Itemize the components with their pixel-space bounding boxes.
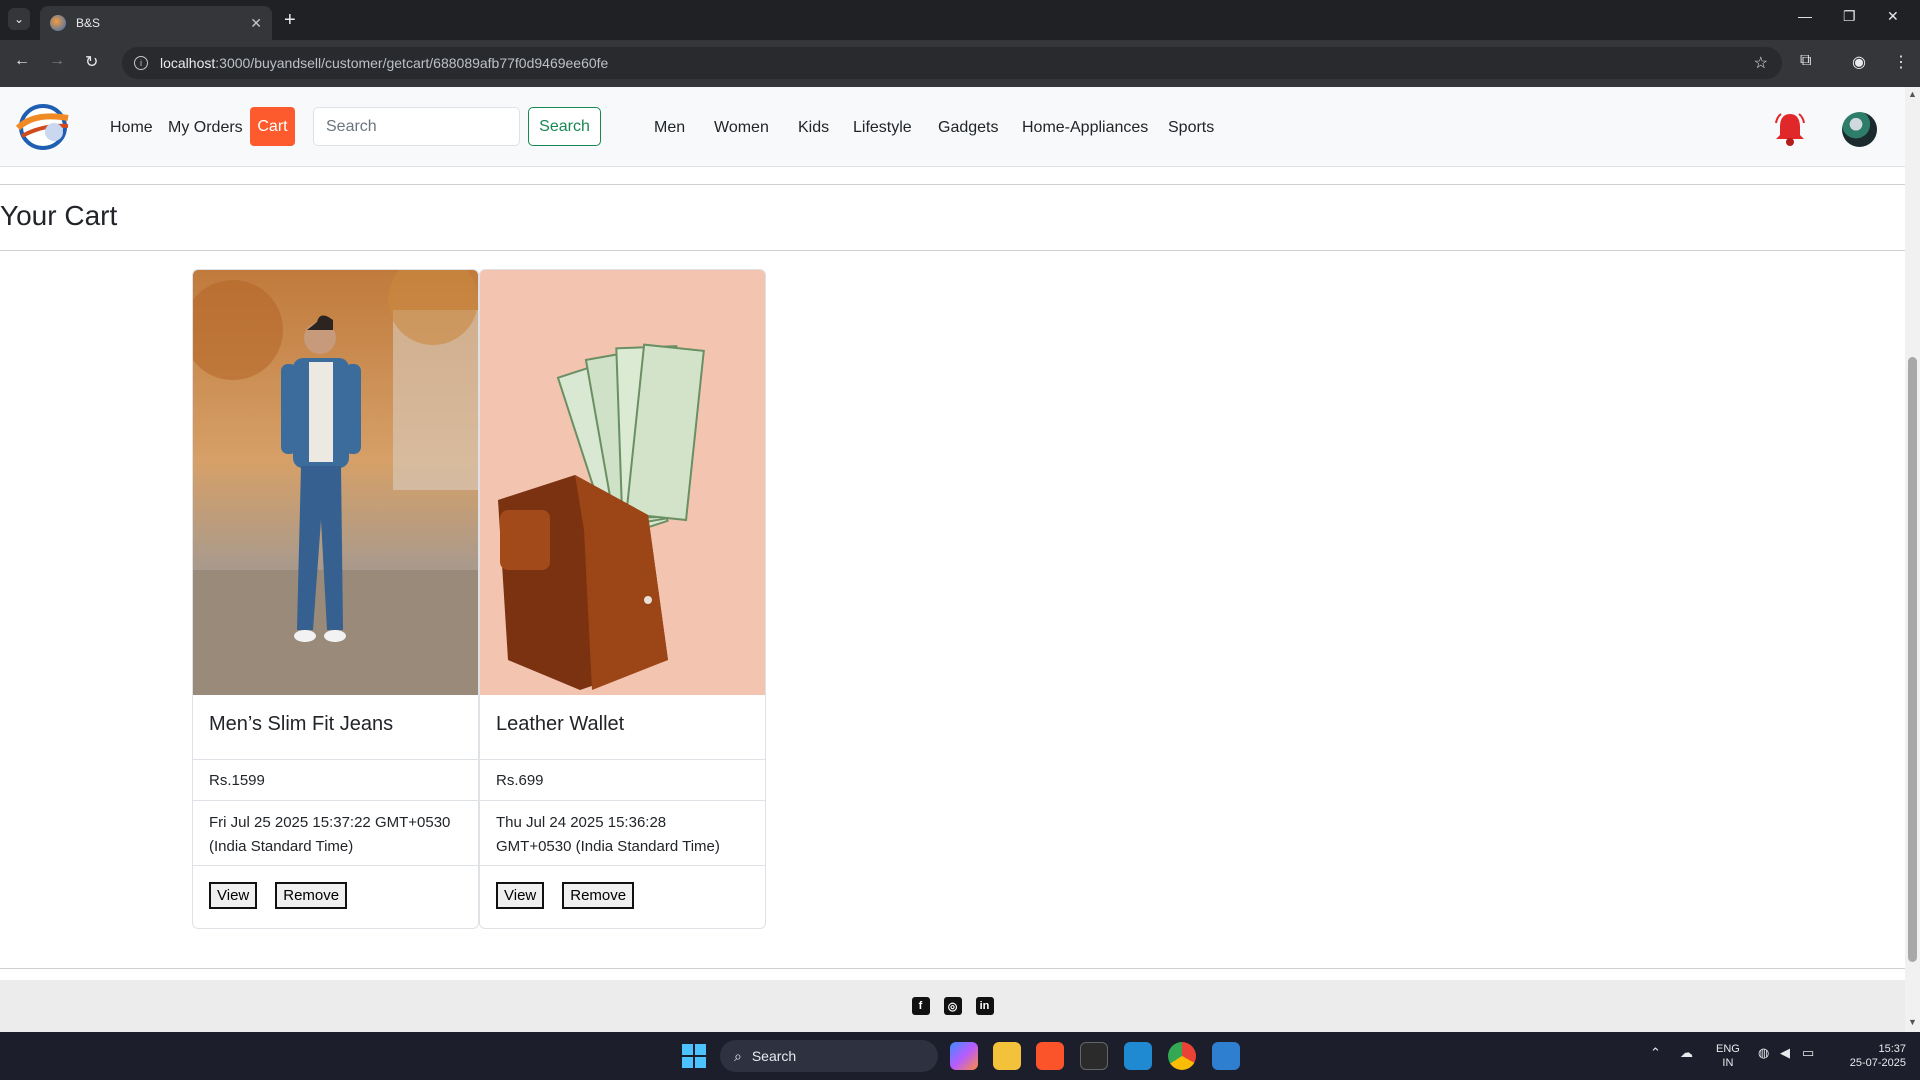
url-host: localhost bbox=[160, 55, 216, 71]
site-footer: f ◎ in bbox=[0, 980, 1905, 1032]
browser-tab[interactable]: B&S ✕ bbox=[40, 6, 272, 40]
clock-date: 25-07-2025 bbox=[1849, 1057, 1906, 1069]
reload-icon[interactable]: ↻ bbox=[85, 52, 98, 72]
notification-bell-icon[interactable] bbox=[1773, 111, 1807, 147]
copilot-icon[interactable] bbox=[950, 1042, 978, 1070]
search-button[interactable]: Search bbox=[528, 107, 601, 146]
minimize-icon[interactable]: — bbox=[1798, 8, 1812, 24]
taskbar-search-label: Search bbox=[751, 1048, 797, 1064]
scrollbar-thumb[interactable] bbox=[1908, 357, 1917, 962]
app-icon[interactable] bbox=[1212, 1042, 1240, 1070]
nav-my-orders[interactable]: My Orders bbox=[168, 119, 243, 137]
product-price: Rs.1599 bbox=[193, 760, 478, 801]
site-navbar: Home My Orders Cart Search Men Women Kid… bbox=[0, 87, 1905, 167]
terminal-icon[interactable] bbox=[1080, 1042, 1108, 1070]
brave-browser-icon[interactable] bbox=[1036, 1042, 1064, 1070]
nav-category-men[interactable]: Men bbox=[654, 119, 685, 137]
card-actions: View Remove bbox=[480, 866, 765, 909]
close-window-icon[interactable]: ✕ bbox=[1887, 8, 1899, 25]
scroll-down-icon[interactable]: ▼ bbox=[1908, 1017, 1917, 1027]
language-indicator[interactable]: ENG IN bbox=[1716, 1042, 1740, 1070]
divider bbox=[0, 184, 1905, 185]
tab-close-icon[interactable]: ✕ bbox=[250, 15, 262, 32]
url-path: :3000/buyandsell/customer/getcart/688089… bbox=[215, 55, 609, 71]
vscode-icon[interactable] bbox=[1124, 1042, 1152, 1070]
nav-category-sports[interactable]: Sports bbox=[1168, 119, 1214, 137]
back-icon[interactable]: ← bbox=[14, 52, 30, 70]
tab-title: B&S bbox=[76, 16, 101, 30]
region-code: IN bbox=[1722, 1057, 1734, 1069]
battery-icon[interactable]: ▭ bbox=[1802, 1046, 1814, 1060]
view-button[interactable]: View bbox=[209, 882, 258, 909]
search-input[interactable] bbox=[313, 107, 520, 146]
browser-toolbar: ← → ↻ i localhost:3000/buyandsell/custom… bbox=[0, 40, 1920, 87]
nav-home[interactable]: Home bbox=[110, 119, 153, 137]
search-icon: ⌕ bbox=[734, 1047, 742, 1064]
browser-chrome: ⌄ B&S ✕ + — ❐ ✕ ← → ↻ i localhost:3000/b… bbox=[0, 0, 1920, 87]
card-actions: View Remove bbox=[193, 866, 478, 909]
network-icon[interactable]: ☁ bbox=[1680, 1046, 1693, 1060]
view-button[interactable]: View bbox=[496, 882, 545, 909]
restore-icon[interactable]: ❐ bbox=[1843, 8, 1856, 25]
windows-start-icon[interactable] bbox=[680, 1042, 708, 1070]
instagram-icon[interactable]: ◎ bbox=[943, 997, 962, 1015]
forward-icon[interactable]: → bbox=[49, 52, 65, 70]
web-page: Home My Orders Cart Search Men Women Kid… bbox=[0, 87, 1905, 1032]
product-image-jeans[interactable] bbox=[193, 270, 478, 695]
volume-icon[interactable]: ◀ bbox=[1780, 1046, 1790, 1060]
nav-category-kids[interactable]: Kids bbox=[798, 119, 829, 137]
tab-strip: ⌄ B&S ✕ + — ❐ ✕ bbox=[0, 0, 1920, 40]
file-explorer-icon[interactable] bbox=[993, 1042, 1021, 1070]
user-avatar[interactable] bbox=[1842, 112, 1877, 147]
product-name: Leather Wallet bbox=[480, 695, 765, 760]
product-price: Rs.699 bbox=[480, 760, 765, 801]
extensions-icon[interactable]: ⧉ bbox=[1800, 52, 1811, 70]
clock-time: 15:37 bbox=[1878, 1043, 1906, 1055]
added-date-line: (India Standard Time) bbox=[209, 838, 354, 855]
nav-category-lifestyle[interactable]: Lifestyle bbox=[853, 119, 912, 137]
page-scrollbar[interactable]: ▲ ▼ bbox=[1905, 87, 1920, 1032]
linkedin-icon[interactable]: in bbox=[975, 997, 994, 1015]
nav-category-women[interactable]: Women bbox=[714, 119, 769, 137]
product-name: Men’s Slim Fit Jeans bbox=[193, 695, 478, 760]
tray-overflow-icon[interactable]: ⌃ bbox=[1650, 1046, 1661, 1060]
added-date-line: Thu Jul 24 2025 15:36:28 bbox=[496, 814, 667, 831]
tab-search-button[interactable]: ⌄ bbox=[8, 8, 30, 30]
nav-cart-button[interactable]: Cart bbox=[250, 107, 295, 146]
cart-item-card: Men’s Slim Fit Jeans Rs.1599 Fri Jul 25 … bbox=[192, 269, 479, 929]
bookmark-star-icon[interactable]: ☆ bbox=[1754, 53, 1768, 73]
language-code: ENG bbox=[1716, 1043, 1740, 1055]
page-title: Your Cart bbox=[0, 200, 118, 231]
brand-logo[interactable] bbox=[14, 102, 72, 152]
wifi-icon[interactable]: ◍ bbox=[1758, 1046, 1769, 1060]
nav-category-home-appliances[interactable]: Home-Appliances bbox=[1022, 119, 1148, 137]
chrome-icon[interactable] bbox=[1168, 1042, 1196, 1070]
cart-item-card: Leather Wallet Rs.699 Thu Jul 24 2025 15… bbox=[479, 269, 766, 929]
divider bbox=[0, 968, 1905, 969]
nav-category-gadgets[interactable]: Gadgets bbox=[938, 119, 998, 137]
product-image-wallet[interactable] bbox=[480, 270, 765, 695]
browser-menu-icon[interactable]: ⋮ bbox=[1893, 52, 1909, 72]
facebook-icon[interactable]: f bbox=[911, 997, 930, 1015]
address-bar[interactable]: i localhost:3000/buyandsell/customer/get… bbox=[122, 47, 1782, 79]
clock[interactable]: 15:37 25-07-2025 bbox=[1836, 1042, 1906, 1070]
added-date: Fri Jul 25 2025 15:37:22 GMT+0530 (India… bbox=[193, 801, 478, 866]
divider bbox=[0, 250, 1905, 251]
added-date-line: GMT+0530 (India Standard Time) bbox=[496, 838, 720, 855]
taskbar-search[interactable]: ⌕ Search bbox=[720, 1040, 938, 1072]
profile-icon[interactable]: ◉ bbox=[1852, 52, 1866, 72]
added-date-line: Fri Jul 25 2025 15:37:22 GMT+0530 bbox=[209, 814, 451, 831]
added-date: Thu Jul 24 2025 15:36:28 GMT+0530 (India… bbox=[480, 801, 765, 866]
remove-button[interactable]: Remove bbox=[562, 882, 635, 909]
site-favicon-icon bbox=[50, 15, 66, 31]
site-info-icon[interactable]: i bbox=[134, 56, 148, 70]
new-tab-button[interactable]: + bbox=[284, 9, 296, 32]
windows-taskbar: ⌕ Search ⌃ ☁ ENG IN ◍ ◀ ▭ 15:37 25-07-20… bbox=[0, 1032, 1920, 1080]
remove-button[interactable]: Remove bbox=[275, 882, 348, 909]
scroll-up-icon[interactable]: ▲ bbox=[1908, 89, 1917, 99]
